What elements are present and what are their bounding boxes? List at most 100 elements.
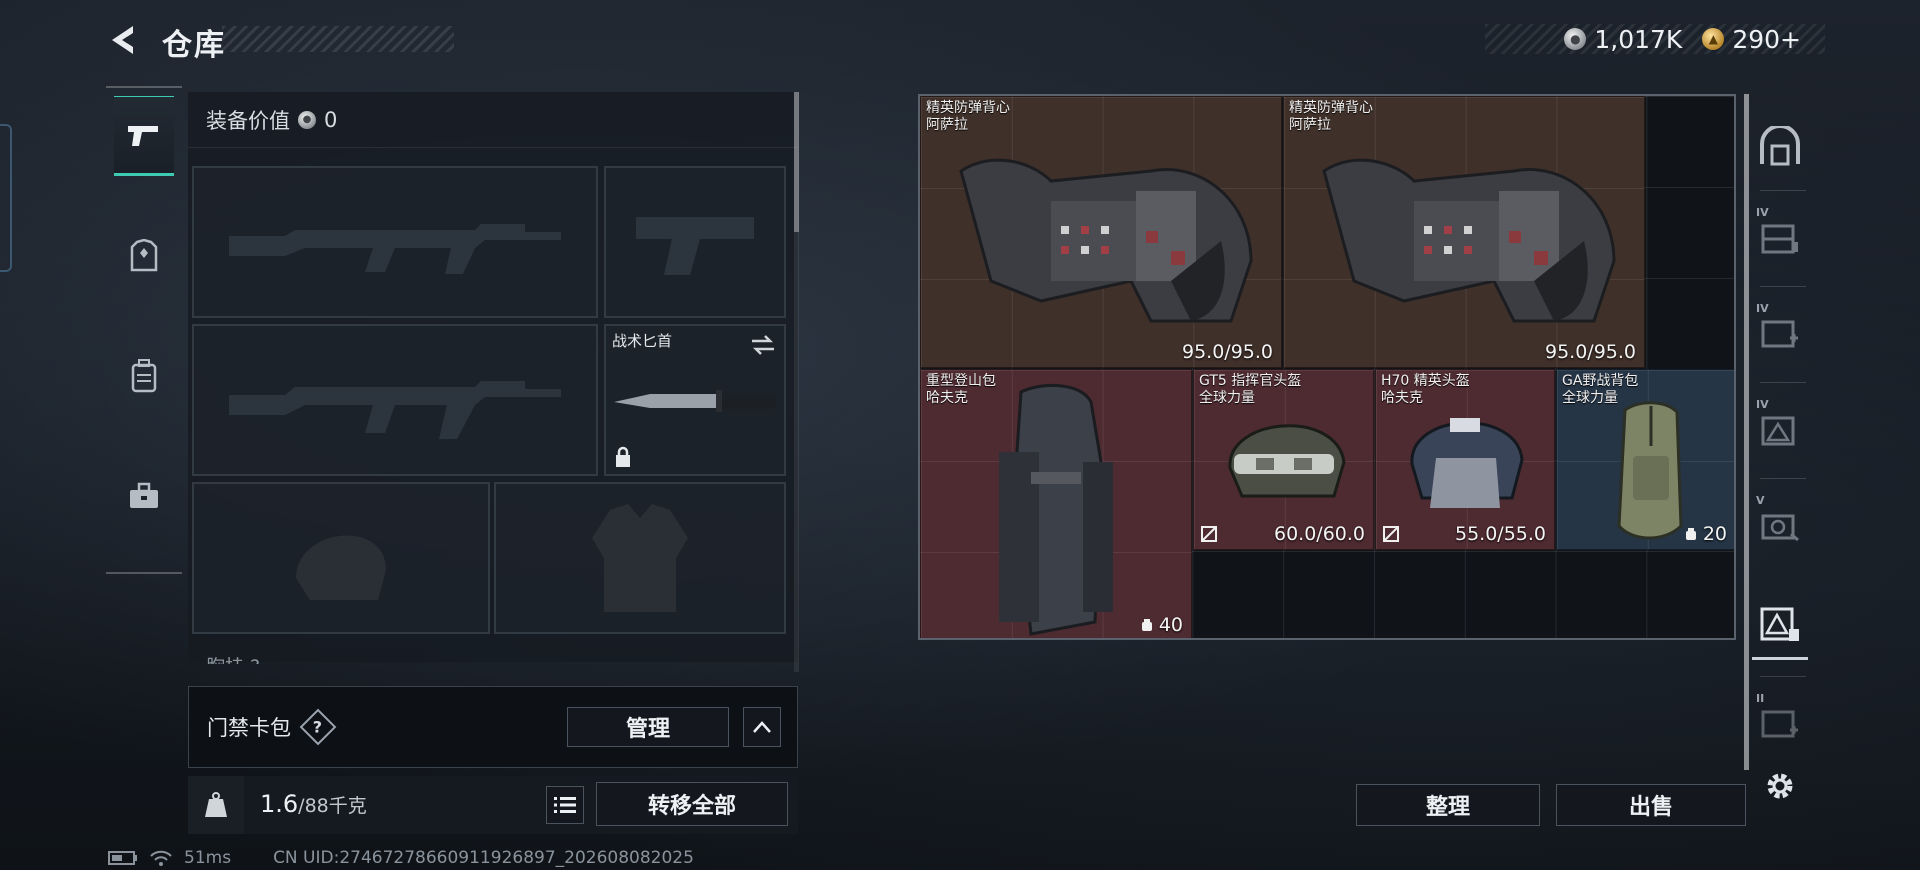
helmet-icon [1410, 418, 1524, 508]
swap-icon[interactable] [750, 334, 776, 356]
equipment-panel: 装备价值 ● 0 战术匕首 [188, 92, 798, 664]
tier-label: IV [1756, 398, 1769, 411]
storage-camera-icon [1761, 514, 1799, 542]
sell-button[interactable]: 出售 [1556, 784, 1746, 826]
back-button[interactable] [104, 20, 144, 60]
battery-icon [108, 851, 137, 865]
knife-icon [614, 390, 776, 412]
manage-button[interactable]: 管理 [567, 707, 729, 747]
collapse-button[interactable] [743, 707, 781, 747]
storage-arch-icon [1760, 126, 1800, 166]
side-drawer-handle[interactable] [0, 124, 12, 272]
currency-bar: ● 1,017K ▲ 290+ [1485, 24, 1825, 54]
item-name: 重型登山包 哈夫克 [926, 373, 996, 406]
storage-tab-4[interactable]: IV [1752, 396, 1808, 464]
item-name: 精英防弹背心 阿萨拉 [1289, 100, 1373, 133]
kg-weight-icon [205, 792, 227, 817]
item-durability: 95.0/95.0 [1544, 341, 1636, 363]
storage-warning-icon [1761, 416, 1795, 446]
storage-tab-7[interactable]: II [1752, 690, 1808, 758]
item-durability: 60.0/60.0 [1273, 523, 1365, 545]
tier-label: II [1756, 692, 1765, 705]
tab-gear[interactable] [114, 216, 174, 296]
title-decoration [222, 26, 454, 52]
equipment-scrollbar[interactable] [794, 92, 799, 672]
storage-tab-1[interactable] [1752, 112, 1808, 180]
item-durability: 55.0/55.0 [1454, 523, 1546, 545]
weight-value: 1.6 [260, 790, 299, 818]
lock-icon [616, 446, 630, 467]
equipment-value-row: 装备价值 ● 0 [188, 92, 798, 148]
storage-tab-3[interactable]: IV [1752, 300, 1808, 368]
tab-backpack[interactable] [114, 336, 174, 416]
secondary-weapon-slot[interactable] [192, 324, 598, 476]
storage-item[interactable]: H70 精英头盔 哈夫克 55.0/55.0 [1375, 369, 1555, 550]
storage-add-icon [1761, 710, 1798, 738]
pistol-slot[interactable] [604, 166, 786, 318]
vest-icon [959, 158, 1253, 323]
gear-icon [1767, 773, 1793, 799]
chest-rig-row-label: 胸挂 ? [188, 652, 788, 664]
storage-tab-2[interactable]: IV [1752, 204, 1808, 272]
storage-tab-5[interactable]: V [1752, 492, 1808, 560]
tab-weapons[interactable] [114, 96, 174, 176]
storage-item[interactable]: 重型登山包 哈夫克 40 [920, 369, 1192, 638]
equipment-scroll-thumb[interactable] [794, 92, 799, 232]
helmet-icon [1228, 424, 1346, 498]
storage-medkit-icon [1761, 320, 1798, 348]
bag-icon [1617, 401, 1683, 540]
helmet-slot[interactable] [192, 482, 490, 634]
storage-item[interactable]: GA野战背包 全球力量 20 [1556, 369, 1734, 550]
silver-coin-icon: ● [298, 110, 316, 129]
back-arrow-icon [112, 26, 133, 54]
vest-silhouette-icon [592, 504, 688, 612]
settings-button[interactable] [1752, 752, 1808, 820]
storage-tab-6[interactable] [1752, 592, 1808, 660]
no-trade-icon [1383, 526, 1399, 542]
silver-coin-icon: ● [1564, 28, 1587, 50]
storage-item[interactable]: 精英防弹背心 阿萨拉 95.0/95.0 [920, 96, 1282, 368]
category-tabs [106, 86, 182, 574]
help-icon[interactable]: ? [299, 708, 337, 746]
chevron-up-icon [753, 721, 771, 733]
item-capacity: 40 [1140, 614, 1183, 636]
status-line: 51ms CN UID:2746727866091192689​7_202608… [108, 848, 694, 868]
silver-currency-value: 1,017K [1594, 24, 1683, 54]
storage-item[interactable]: 精英防弹背心 阿萨拉 95.0/95.0 [1283, 96, 1645, 368]
helmet-silhouette-icon [296, 535, 386, 600]
sort-button[interactable]: 整理 [1356, 784, 1540, 826]
toolbox-icon [130, 482, 158, 508]
list-view-button[interactable] [546, 786, 584, 824]
equipment-value-label: 装备价值 [206, 108, 290, 133]
wifi-icon [150, 850, 172, 866]
storage-scrollbar[interactable] [1744, 94, 1749, 770]
storage-armor-icon [1760, 607, 1799, 641]
keycard-label: 门禁卡包 [207, 716, 291, 740]
primary-weapon-slot[interactable] [192, 166, 598, 318]
rifle-silhouette-icon [229, 224, 561, 274]
storage-item[interactable]: GT5 指挥官头盔 全球力量 60.0/60.0 [1193, 369, 1374, 550]
weight-capacity: /88千克 [298, 795, 367, 817]
no-trade-icon [1201, 526, 1217, 542]
tier-label: IV [1756, 302, 1769, 315]
weight-icon [188, 776, 244, 834]
melee-slot[interactable]: 战术匕首 [604, 324, 786, 476]
transfer-all-button[interactable]: 转移全部 [596, 782, 788, 826]
tier-label: V [1756, 494, 1765, 507]
gold-currency-value[interactable]: 290+ [1732, 25, 1801, 54]
pistol-silhouette-icon [636, 217, 754, 275]
pistol-icon [128, 126, 158, 146]
uid-readout: CN UID:2746727866091192689​7_20260808202… [273, 848, 694, 868]
armor-slot[interactable] [494, 482, 786, 634]
rifle-silhouette-icon [229, 381, 561, 439]
weight-readout: 1.6/88千克 [260, 790, 367, 818]
help-mark: ? [313, 717, 323, 737]
keycard-bar: 门禁卡包 ? 管理 [188, 686, 798, 768]
storage-grid: 精英防弹背心 阿萨拉 95.0/95.0 精英防弹背心 阿萨拉 95.0/95.0 … [918, 94, 1736, 640]
storage-shelf-icon [1761, 224, 1798, 254]
tab-kit[interactable] [114, 456, 174, 536]
gold-coin-icon: ▲ [1702, 28, 1725, 50]
backpack-icon [131, 359, 157, 393]
vest-icon [1322, 158, 1616, 323]
list-icon [554, 797, 576, 813]
